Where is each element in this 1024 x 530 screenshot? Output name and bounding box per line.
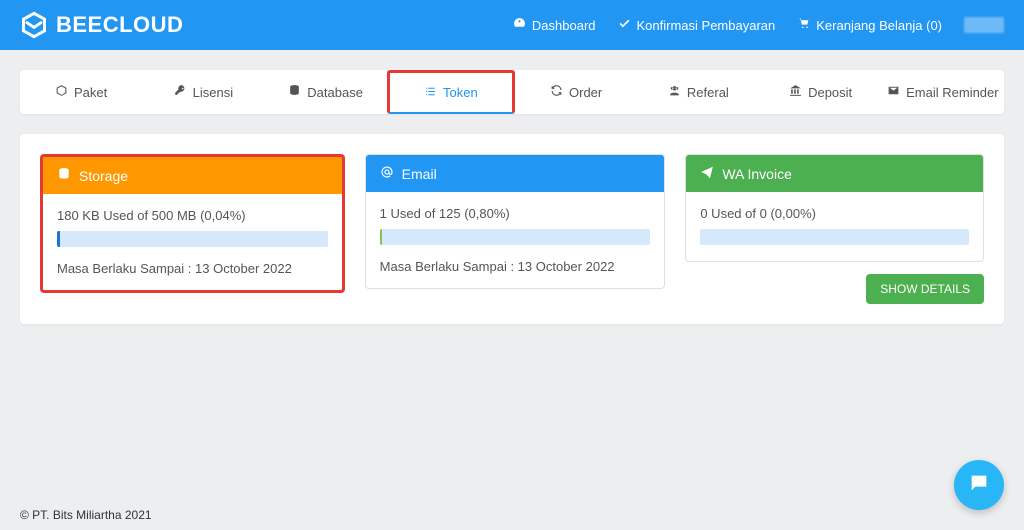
nav-konfirmasi-label: Konfirmasi Pembayaran — [637, 18, 776, 33]
bank-icon — [789, 84, 802, 100]
brand-name: BEECLOUD — [56, 12, 183, 38]
tab-email-reminder[interactable]: Email Reminder — [882, 70, 1004, 114]
paper-plane-icon — [700, 165, 714, 182]
show-details-button[interactable]: SHOW DETAILS — [866, 274, 984, 304]
panel-storage-title: Storage — [79, 168, 128, 184]
panel-email-body: 1 Used of 125 (0,80%) Masa Berlaku Sampa… — [366, 192, 665, 288]
topbar: BEECLOUD Dashboard Konfirmasi Pembayaran… — [0, 0, 1024, 50]
cart-icon — [797, 17, 810, 33]
tab-token[interactable]: Token — [387, 70, 515, 114]
key-icon — [174, 84, 187, 100]
storage-usage-text: 180 KB Used of 500 MB (0,04%) — [57, 208, 328, 223]
tab-deposit[interactable]: Deposit — [760, 70, 882, 114]
top-nav: Dashboard Konfirmasi Pembayaran Keranjan… — [513, 17, 1004, 33]
storage-icon — [57, 167, 71, 184]
token-panels-card: Storage 180 KB Used of 500 MB (0,04%) Ma… — [20, 134, 1004, 324]
nav-konfirmasi[interactable]: Konfirmasi Pembayaran — [618, 17, 776, 33]
chat-fab[interactable] — [954, 460, 1004, 510]
panel-email: Email 1 Used of 125 (0,80%) Masa Berlaku… — [365, 154, 666, 289]
storage-progress — [57, 231, 328, 247]
tab-lisensi-label: Lisensi — [193, 85, 233, 100]
panel-wa-header: WA Invoice — [686, 155, 983, 192]
tab-database[interactable]: Database — [265, 70, 387, 114]
database-icon — [288, 84, 301, 100]
tab-token-label: Token — [443, 85, 478, 100]
panel-wa-wrapper: WA Invoice 0 Used of 0 (0,00%) SHOW DETA… — [685, 154, 984, 304]
email-usage-text: 1 Used of 125 (0,80%) — [380, 206, 651, 221]
tabs-bar: Paket Lisensi Database Token Order Refer… — [20, 70, 1004, 114]
refresh-icon — [550, 84, 563, 100]
list-icon — [424, 85, 437, 101]
tab-order[interactable]: Order — [515, 70, 637, 114]
email-expiry-text: Masa Berlaku Sampai : 13 October 2022 — [380, 259, 651, 274]
at-icon — [380, 165, 394, 182]
nav-dashboard[interactable]: Dashboard — [513, 17, 596, 33]
panel-storage-body: 180 KB Used of 500 MB (0,04%) Masa Berla… — [43, 194, 342, 290]
wa-progress — [700, 229, 969, 245]
panel-storage-header: Storage — [43, 157, 342, 194]
storage-expiry-text: Masa Berlaku Sampai : 13 October 2022 — [57, 261, 328, 276]
main-content: Paket Lisensi Database Token Order Refer… — [0, 50, 1024, 344]
chat-icon — [968, 472, 990, 499]
panel-wa-title: WA Invoice — [722, 166, 792, 182]
tab-deposit-label: Deposit — [808, 85, 852, 100]
email-progress — [380, 229, 651, 245]
panel-email-title: Email — [402, 166, 437, 182]
panel-storage: Storage 180 KB Used of 500 MB (0,04%) Ma… — [40, 154, 345, 293]
tab-paket-label: Paket — [74, 85, 107, 100]
panel-wa-body: 0 Used of 0 (0,00%) — [686, 192, 983, 261]
brand[interactable]: BEECLOUD — [20, 11, 183, 39]
brand-logo-icon — [20, 11, 48, 39]
panel-email-header: Email — [366, 155, 665, 192]
nav-keranjang[interactable]: Keranjang Belanja (0) — [797, 17, 942, 33]
check-icon — [618, 17, 631, 33]
panel-wa: WA Invoice 0 Used of 0 (0,00%) — [685, 154, 984, 262]
users-icon — [668, 84, 681, 100]
nav-keranjang-label: Keranjang Belanja (0) — [816, 18, 942, 33]
tab-referal-label: Referal — [687, 85, 729, 100]
nav-dashboard-label: Dashboard — [532, 18, 596, 33]
tab-database-label: Database — [307, 85, 363, 100]
tab-referal[interactable]: Referal — [637, 70, 759, 114]
tachometer-icon — [513, 17, 526, 33]
email-progress-bar — [380, 229, 383, 245]
tab-paket[interactable]: Paket — [20, 70, 142, 114]
tab-order-label: Order — [569, 85, 602, 100]
storage-progress-bar — [57, 231, 60, 247]
wa-usage-text: 0 Used of 0 (0,00%) — [700, 206, 969, 221]
tab-email-reminder-label: Email Reminder — [906, 85, 998, 100]
cube-icon — [55, 84, 68, 100]
footer-copyright: © PT. Bits Miliartha 2021 — [20, 508, 152, 522]
tab-lisensi[interactable]: Lisensi — [142, 70, 264, 114]
envelope-icon — [887, 84, 900, 100]
user-menu[interactable] — [964, 17, 1004, 33]
